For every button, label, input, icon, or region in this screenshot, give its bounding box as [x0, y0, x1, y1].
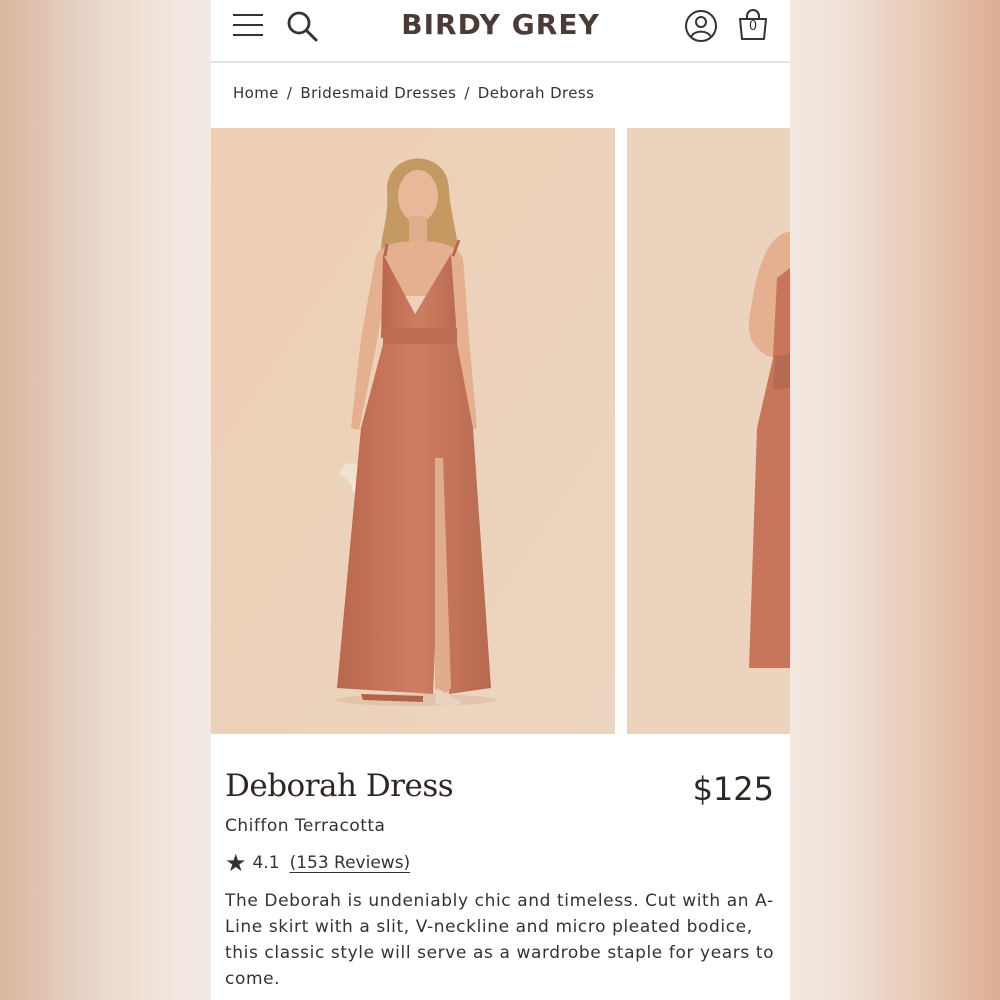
- breadcrumb-current: Deborah Dress: [477, 84, 595, 102]
- product-description: The Deborah is undeniably chic and timel…: [225, 891, 775, 989]
- breadcrumb-home[interactable]: Home: [233, 84, 279, 102]
- cart-count: 0: [748, 19, 758, 34]
- reviews-link[interactable]: (153 Reviews): [290, 853, 411, 873]
- star-icon: ★: [225, 849, 247, 877]
- rating-value: 4.1: [252, 853, 280, 873]
- site-header: BIRDY GREY 0: [211, 0, 790, 63]
- breadcrumb-separator: /: [286, 84, 293, 102]
- product-image-side[interactable]: [627, 128, 790, 734]
- account-icon[interactable]: [684, 9, 718, 47]
- product-image-front[interactable]: [211, 128, 615, 734]
- breadcrumb-bridesmaid-dresses[interactable]: Bridesmaid Dresses: [300, 84, 456, 102]
- product-price: $125: [692, 770, 774, 808]
- breadcrumb-separator: /: [464, 84, 470, 102]
- product-rating: ★ 4.1 (153 Reviews): [225, 851, 410, 875]
- breadcrumb: Home / Bridesmaid Dresses / Deborah Dress: [233, 84, 594, 102]
- product-title: Deborah Dress: [225, 768, 454, 804]
- product-color: Chiffon Terracotta: [225, 816, 386, 836]
- product-gallery[interactable]: [211, 128, 790, 734]
- phone-screen: BIRDY GREY 0 Home / Bridesmaid Dresses / Deb…: [211, 0, 790, 1000]
- cart-icon[interactable]: 0: [738, 9, 768, 41]
